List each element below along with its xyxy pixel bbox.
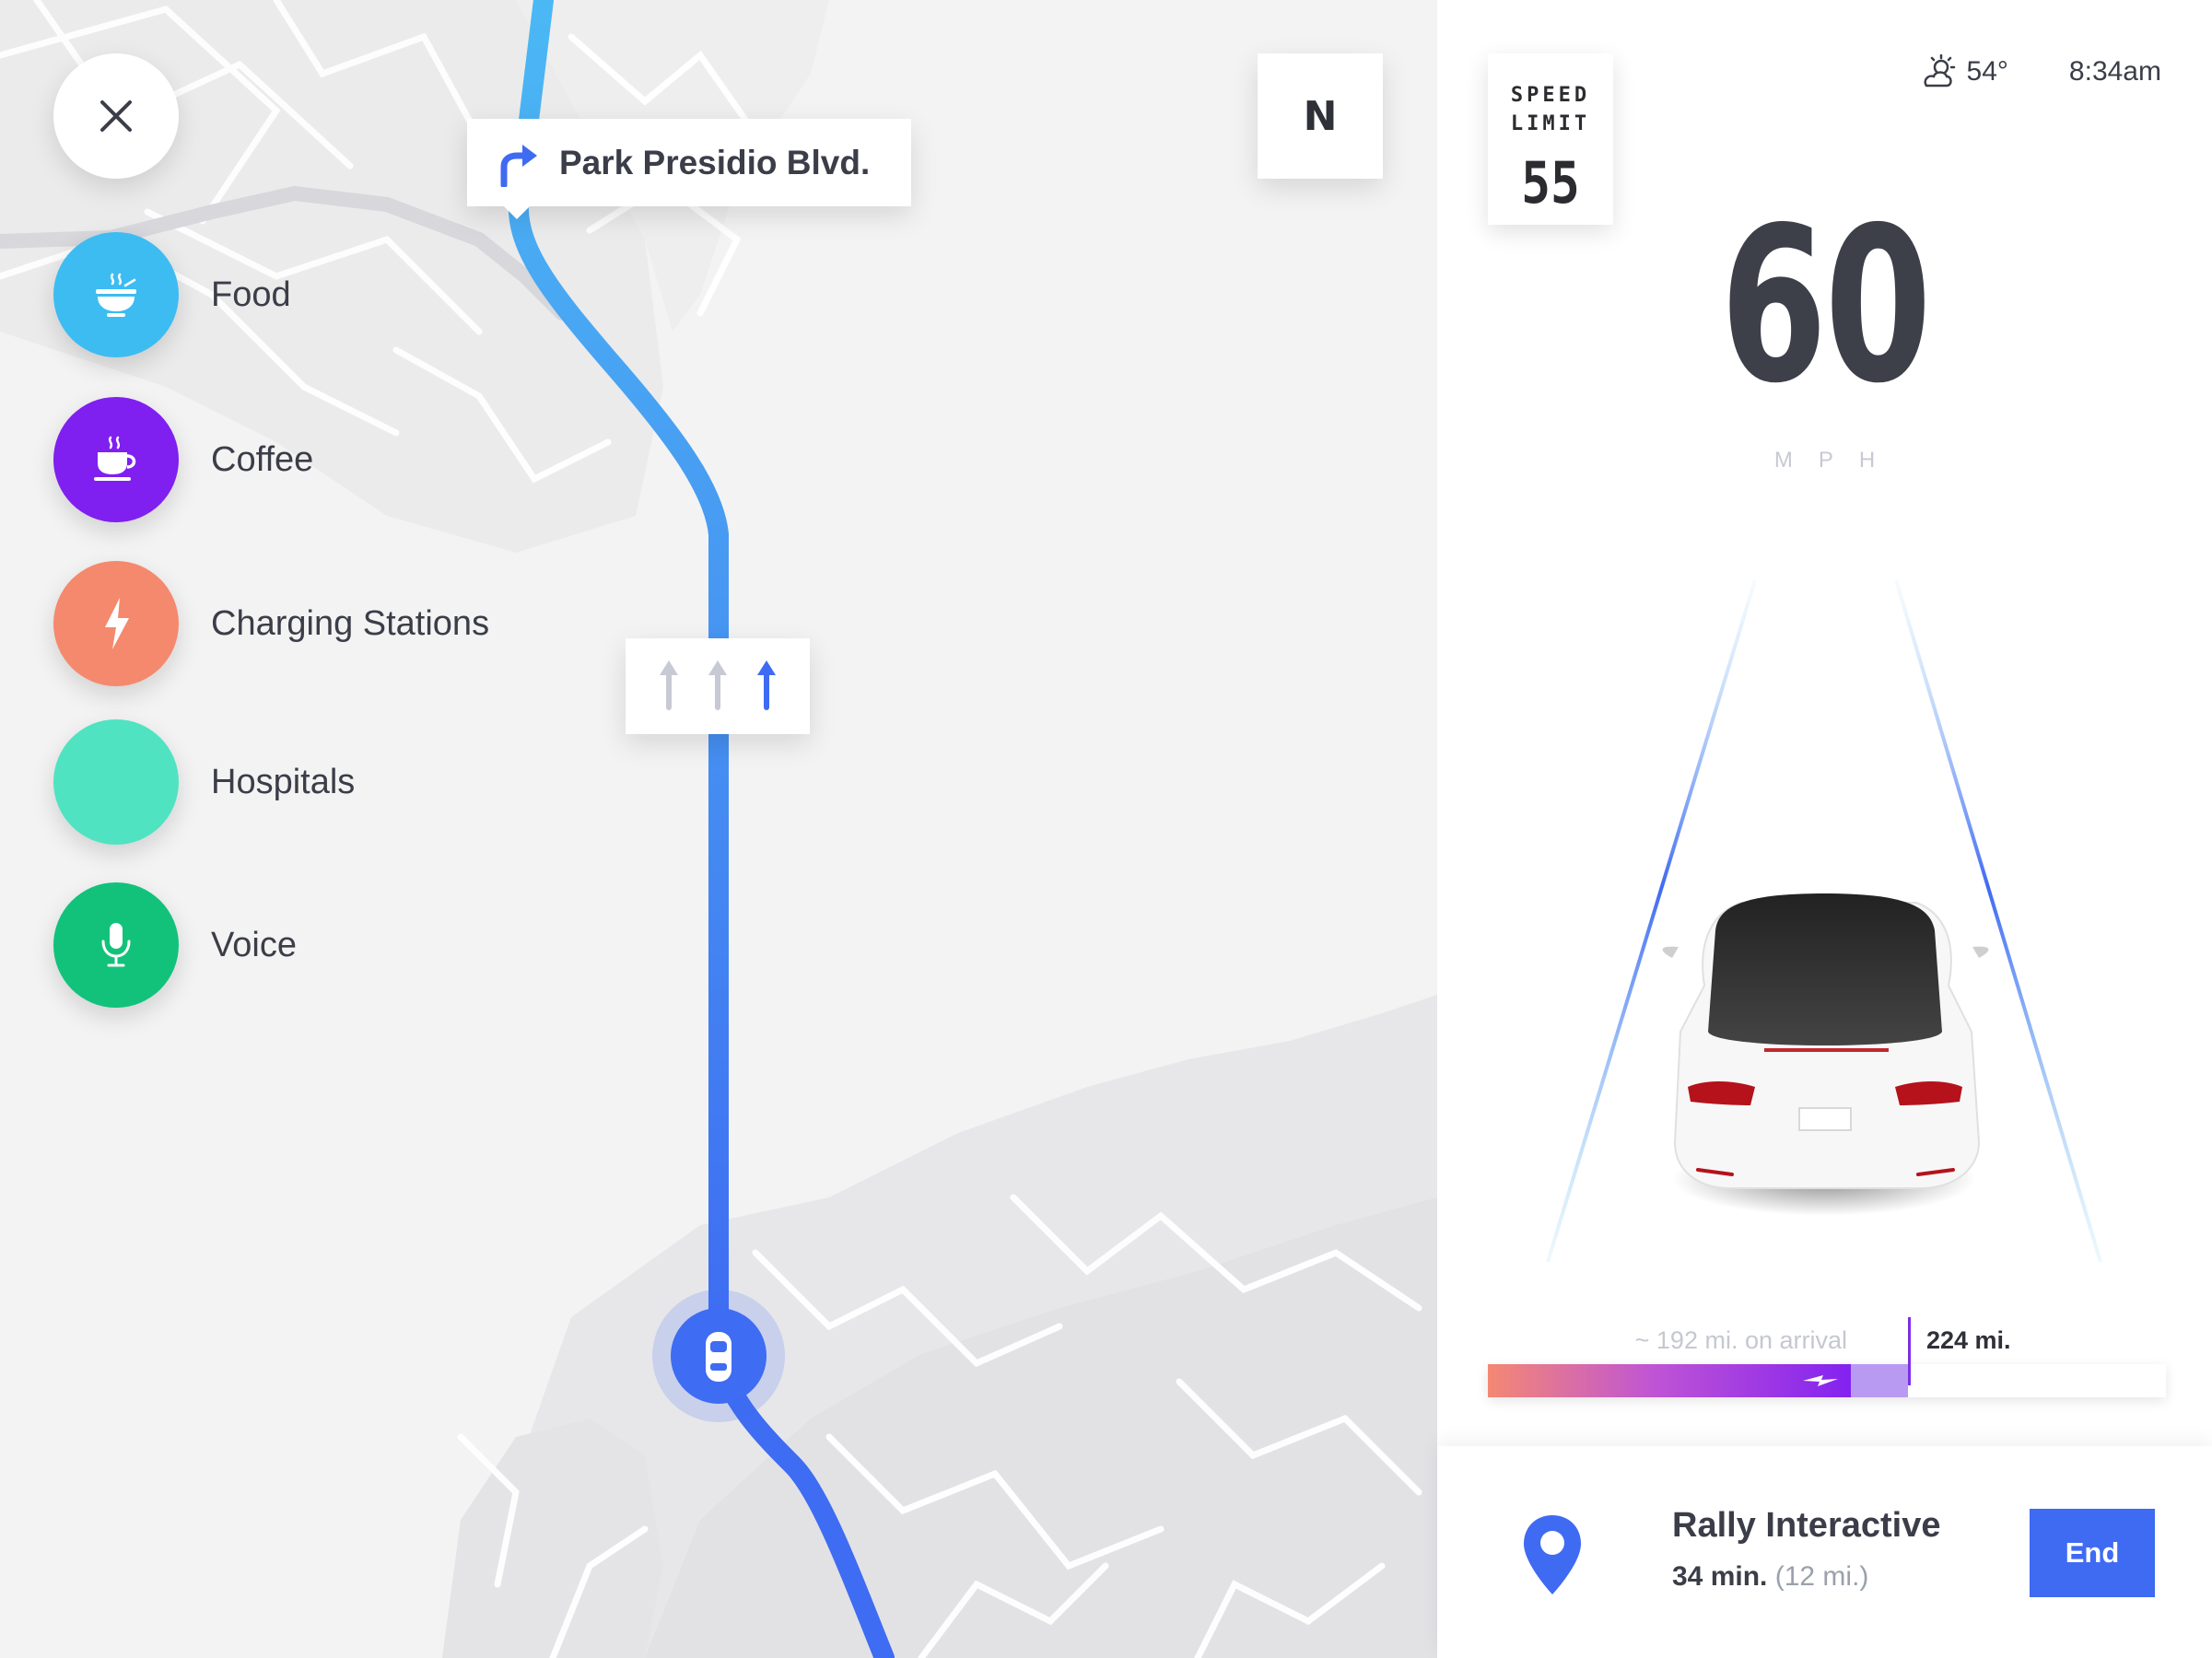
coffee-cup-icon [94,436,136,481]
speed-limit-word-2: LIMIT [1510,112,1591,135]
poi-coffee-label: Coffee [211,439,314,479]
battery-range: ~ 192 mi. on arrival 224 mi. [1488,1317,2166,1400]
poi-charging-stations[interactable]: Charging Stations [53,561,489,686]
poi-food-circle [53,232,179,357]
driving-dashboard: SPEED LIMIT 55 54° 8:34am 60 MPH ~ 192 m… [1437,0,2212,1658]
poi-voice-label: Voice [211,925,297,964]
lane-arrow-active [757,660,776,710]
close-icon [100,100,132,132]
lane-arrow-inactive [660,660,678,710]
partly-cloudy-icon [1924,54,1955,88]
next-turn-street: Park Presidio Blvd. [559,144,871,181]
poi-hospitals-circle [53,719,179,845]
food-bowl-icon [96,273,136,317]
range-bar [1488,1364,2166,1397]
car-road-visualization [1546,579,2102,1263]
range-fill-arrival [1488,1364,1851,1397]
range-cursor [1908,1317,1911,1385]
poi-charging-label: Charging Stations [211,603,490,643]
poi-coffee[interactable]: Coffee [53,397,313,522]
eta-time: 34 min. [1672,1561,1768,1592]
location-pin-icon [1524,1515,1581,1594]
close-button[interactable] [53,53,179,179]
poi-voice-circle [53,882,179,1008]
microphone-icon [101,923,131,967]
end-navigation-button[interactable]: End [2030,1509,2155,1597]
poi-charging-circle [53,561,179,686]
current-location-marker [652,1290,785,1422]
poi-hospitals[interactable]: Hospitals [53,719,355,845]
temperature: 54° [1966,56,2008,87]
car-icon [1662,893,1989,1216]
clock-time: 8:34am [2068,56,2161,87]
current-speed: 60 [1720,181,1932,430]
turn-right-arrow-icon [500,145,537,187]
range-total: 224 mi. [1926,1326,2011,1354]
compass-heading: N [1303,92,1338,140]
destination-name: Rally Interactive [1672,1506,1941,1545]
charging-bolt-icon [1803,1375,1838,1386]
lightning-bolt-icon [105,598,129,649]
destination-eta: 34 min. (12 mi.) [1672,1561,1868,1593]
eta-distance: (12 mi.) [1774,1561,1869,1592]
next-turn-callout: Park Presidio Blvd. [467,119,911,219]
poi-voice[interactable]: Voice [53,882,297,1008]
lane-arrow-inactive [708,660,727,710]
range-fill-consumed [1851,1364,1908,1397]
destination-panel: Rally Interactive 34 min. (12 mi.) End [1437,1446,2212,1658]
compass-button[interactable]: N [1258,53,1383,179]
poi-hospitals-label: Hospitals [211,762,356,801]
poi-coffee-circle [53,397,179,522]
lane-guidance [626,638,810,734]
poi-food-label: Food [211,274,291,314]
speed-unit: MPH [1773,448,1902,473]
poi-food[interactable]: Food [53,232,291,357]
range-on-arrival: ~ 192 mi. on arrival [1634,1326,1847,1354]
speed-limit-word: SPEED [1510,84,1591,107]
status-bar: 54° 8:34am [1919,53,2161,90]
navigation-map[interactable]: N Park Presidio Blvd. Food Coffee Chargi… [0,0,1437,1658]
